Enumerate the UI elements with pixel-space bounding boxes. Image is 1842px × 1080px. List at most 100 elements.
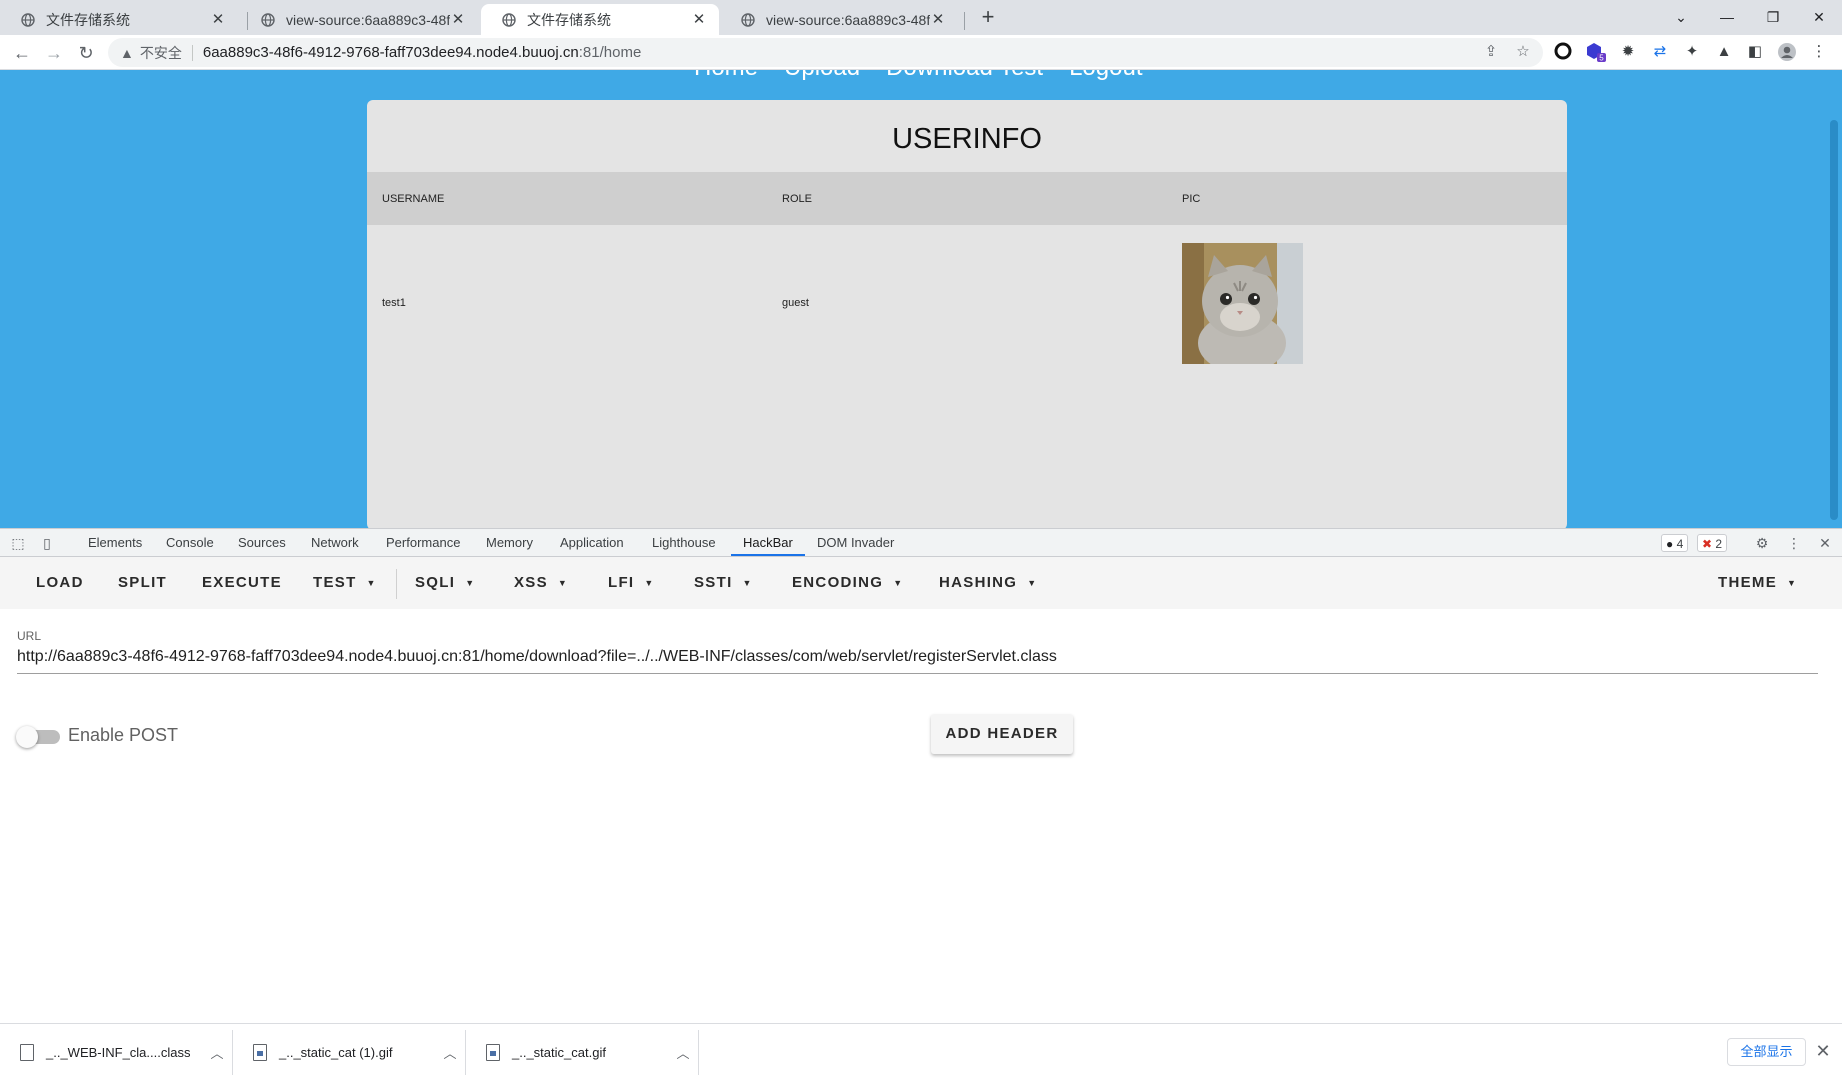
issues-count: 4 xyxy=(1676,537,1684,551)
side-panel-icon[interactable]: ◧ xyxy=(1745,42,1765,62)
svg-text:5: 5 xyxy=(1599,54,1604,63)
gear-extension-icon[interactable]: ✹ xyxy=(1618,42,1638,62)
device-toolbar-icon[interactable]: ▯ xyxy=(38,534,56,552)
devtools-tab-network[interactable]: Network xyxy=(311,529,359,556)
share-icon[interactable]: ⇪ xyxy=(1481,42,1501,62)
devtools-tab-memory[interactable]: Memory xyxy=(486,529,533,556)
ssti-menu-label: SSTI xyxy=(694,574,733,591)
close-icon[interactable]: ✕ xyxy=(210,11,226,28)
download-shelf: _.._WEB-INF_cla....class ︿ _.._static_ca… xyxy=(0,1023,1842,1080)
sqli-menu-button[interactable]: SQLI ▼ xyxy=(397,557,493,609)
url-path: :81/home xyxy=(578,44,642,61)
puzzle-icon[interactable]: ✦ xyxy=(1682,42,1702,62)
browser-menu-icon[interactable]: ⋮ xyxy=(1809,42,1829,62)
download-item[interactable]: _.._WEB-INF_cla....class ︿ xyxy=(0,1030,233,1075)
back-button[interactable]: ← xyxy=(10,41,34,65)
load-button[interactable]: LOAD xyxy=(18,557,102,609)
devtools-tab-elements[interactable]: Elements xyxy=(88,529,142,556)
reload-button[interactable]: ↻ xyxy=(74,41,98,65)
browser-tab-2[interactable]: view-source:6aa889c3-48f6-49 ✕ xyxy=(240,4,478,35)
globe-icon xyxy=(20,12,36,28)
image-file-icon xyxy=(486,1044,500,1061)
encoding-menu-button[interactable]: ENCODING ▼ xyxy=(774,557,921,609)
url-host: 6aa889c3-48f6-4912-9768-faff703dee94.nod… xyxy=(202,44,579,61)
hackbar-toolbar: LOAD SPLIT EXECUTE TEST ▼ SQLI ▼ XSS ▼ LFI ▼… xyxy=(0,557,1842,609)
scrollbar-thumb[interactable] xyxy=(1830,120,1838,520)
address-bar[interactable]: ▲ 不安全 6aa889c3-48f6-4912-9768-faff703dee… xyxy=(108,38,1543,67)
devtools-tab-console[interactable]: Console xyxy=(166,529,214,556)
errors-badge[interactable]: ✖ 2 xyxy=(1697,534,1728,552)
devtools-close-icon[interactable]: ✕ xyxy=(1816,534,1834,552)
devtools-tab-dom-invader[interactable]: DOM Invader xyxy=(817,529,894,556)
chevron-up-icon[interactable]: ︿ xyxy=(668,1043,698,1062)
show-all-downloads-button[interactable]: 全部显示 xyxy=(1727,1038,1806,1066)
userinfo-table: USERNAME ROLE PIC test1 guest xyxy=(367,172,1567,381)
nav-link-download-test[interactable]: Download Test xyxy=(886,70,1043,82)
lfi-menu-button[interactable]: LFI ▼ xyxy=(590,557,673,609)
browser-tab-3-active[interactable]: 文件存储系统 ✕ xyxy=(481,4,719,35)
theme-menu-button[interactable]: THEME ▼ xyxy=(1700,557,1815,609)
inspect-element-icon[interactable]: ⬚ xyxy=(9,534,27,552)
download-item[interactable]: _.._static_cat.gif ︿ xyxy=(466,1030,699,1075)
bookmark-star-icon[interactable]: ☆ xyxy=(1513,42,1533,62)
devtools-tab-hackbar[interactable]: HackBar xyxy=(731,529,805,556)
page-scrollbar[interactable] xyxy=(1826,70,1842,528)
column-header-pic: PIC xyxy=(1167,172,1567,225)
devtools-tab-performance[interactable]: Performance xyxy=(386,529,460,556)
userinfo-card: USERINFO USERNAME ROLE PIC test1 guest xyxy=(367,100,1567,528)
issues-badge[interactable]: ● 4 xyxy=(1661,534,1689,552)
chevron-up-icon[interactable]: ︿ xyxy=(202,1043,232,1062)
devtools-tab-application[interactable]: Application xyxy=(560,529,624,556)
download-item[interactable]: _.._static_cat (1).gif ︿ xyxy=(233,1030,466,1075)
globe-icon xyxy=(260,12,276,28)
nav-link-upload[interactable]: Upload xyxy=(784,70,860,82)
nav-link-home[interactable]: Home xyxy=(694,70,758,82)
test-menu-button[interactable]: TEST ▼ xyxy=(295,557,395,609)
browser-tab-4[interactable]: view-source:6aa889c3-48f6-49 ✕ xyxy=(720,4,958,35)
minimize-button[interactable]: — xyxy=(1704,4,1750,30)
tab-title: 文件存储系统 xyxy=(46,11,130,28)
close-icon[interactable]: ✕ xyxy=(930,11,946,28)
ssti-menu-button[interactable]: SSTI ▼ xyxy=(676,557,771,609)
table-header-row: USERNAME ROLE PIC xyxy=(367,172,1567,225)
encoding-menu-label: ENCODING xyxy=(792,574,884,591)
caret-down-icon: ▼ xyxy=(366,578,377,589)
not-secure-label[interactable]: 不安全 xyxy=(140,43,182,63)
sync-arrows-icon[interactable]: ⇄ xyxy=(1650,42,1670,62)
caret-down-icon: ▼ xyxy=(893,578,904,589)
enable-post-label[interactable]: Enable POST xyxy=(68,725,178,746)
nav-link-logout[interactable]: Logout xyxy=(1069,70,1142,82)
hashing-menu-label: HASHING xyxy=(939,574,1018,591)
close-icon[interactable]: ✕ xyxy=(450,11,466,28)
file-icon xyxy=(20,1044,34,1061)
hashing-menu-button[interactable]: HASHING ▼ xyxy=(921,557,1056,609)
execute-button[interactable]: EXECUTE xyxy=(184,557,300,609)
extension-ring-icon[interactable] xyxy=(1553,42,1573,62)
download-filename: _.._static_cat.gif xyxy=(512,1045,606,1060)
chevron-up-icon[interactable]: ︿ xyxy=(435,1043,465,1062)
close-icon[interactable]: ✕ xyxy=(691,11,707,28)
devtools-more-icon[interactable]: ⋮ xyxy=(1785,534,1803,552)
url-input[interactable]: http://6aa889c3-48f6-4912-9768-faff703de… xyxy=(17,644,1818,674)
xss-menu-label: XSS xyxy=(514,574,548,591)
devtools-tab-lighthouse[interactable]: Lighthouse xyxy=(652,529,716,556)
devtools-tab-sources[interactable]: Sources xyxy=(238,529,286,556)
add-header-button[interactable]: ADD HEADER xyxy=(931,714,1073,754)
flask-icon[interactable]: ▲ xyxy=(1714,42,1734,62)
browser-tab-1[interactable]: 文件存储系统 ✕ xyxy=(0,4,238,35)
toggle-knob xyxy=(16,726,38,748)
restore-button[interactable]: ❐ xyxy=(1750,4,1796,30)
window-close-button[interactable]: ✕ xyxy=(1796,4,1842,30)
xss-menu-button[interactable]: XSS ▼ xyxy=(496,557,586,609)
split-button[interactable]: SPLIT xyxy=(100,557,185,609)
devtools-settings-gear-icon[interactable]: ⚙ xyxy=(1753,534,1771,552)
caret-down-icon: ▼ xyxy=(644,578,655,589)
close-icon[interactable]: ✕ xyxy=(1812,1040,1834,1062)
forward-button[interactable]: → xyxy=(42,41,66,65)
profile-avatar-icon[interactable] xyxy=(1777,42,1797,62)
enable-post-toggle[interactable] xyxy=(16,726,60,748)
extension-hexagon-icon[interactable]: 5 xyxy=(1586,42,1606,63)
tab-search-chevron-icon[interactable]: ⌄ xyxy=(1658,4,1704,30)
new-tab-button[interactable]: + xyxy=(976,6,1000,30)
omnibox-divider xyxy=(191,44,193,61)
